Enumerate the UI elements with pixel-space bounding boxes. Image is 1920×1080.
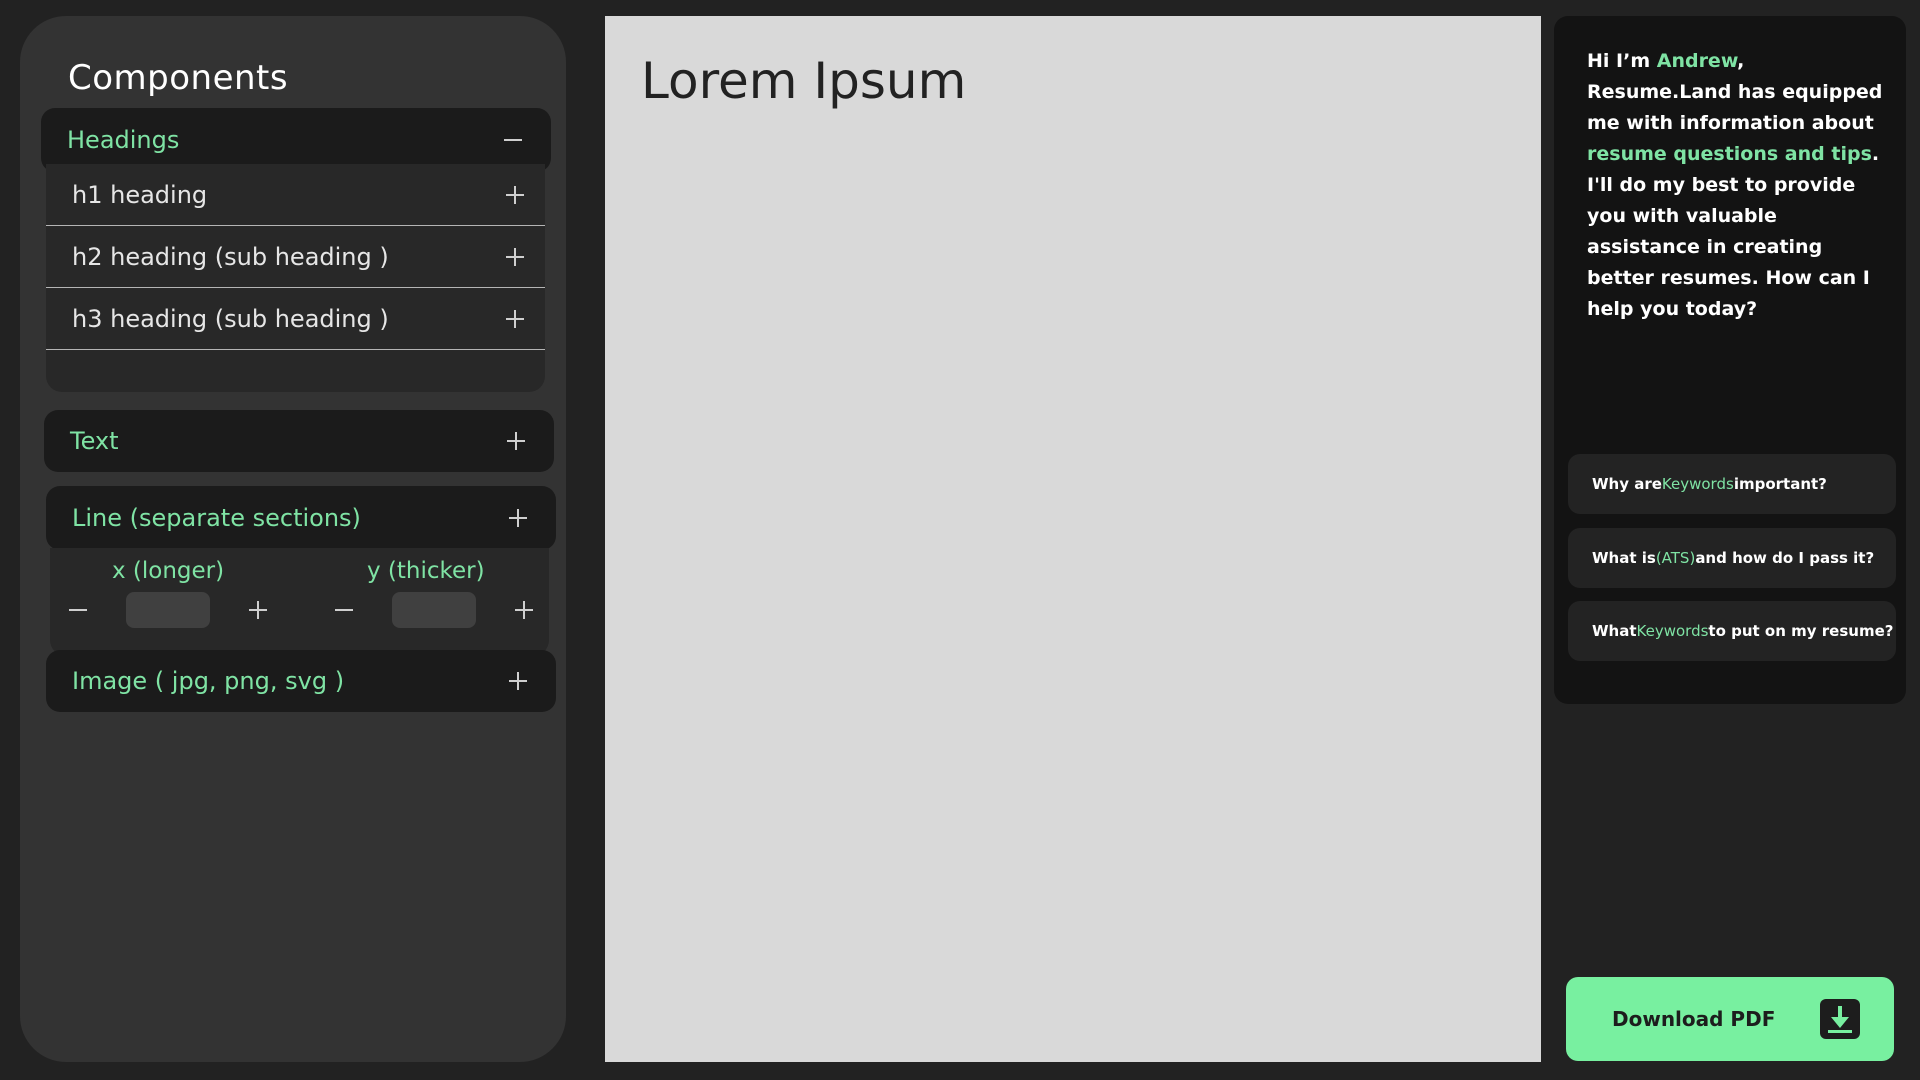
image-label: Image ( jpg, png, svg ) — [72, 667, 345, 695]
suggestion-keywords-importance[interactable]: Why are Keywords important? — [1568, 454, 1896, 514]
assistant-panel: Hi I’m Andrew, Resume.Land has equipped … — [1554, 16, 1906, 704]
decrease-y-minus-icon[interactable] — [328, 594, 360, 626]
greeting-text: Hi I’m — [1587, 50, 1657, 72]
decrease-x-minus-icon[interactable] — [62, 594, 94, 626]
line-section-header[interactable]: Line (separate sections) — [46, 486, 556, 550]
suggestion-keywords-resume[interactable]: What Keywords to put on my resume? — [1568, 601, 1896, 661]
panel-title: Components — [68, 58, 289, 98]
add-plus-icon[interactable] — [500, 425, 532, 457]
heading-item-label: h3 heading (sub heading ) — [72, 304, 389, 333]
suggestion-text: What — [1592, 622, 1637, 640]
headings-label: Headings — [67, 126, 180, 154]
line-settings: x (longer) y (thicker) — [50, 548, 549, 656]
collapse-minus-icon[interactable] — [497, 124, 529, 156]
y-thickness-input[interactable] — [392, 592, 476, 628]
text-section-header[interactable]: Text — [44, 410, 554, 472]
greeting-text: . I'll do my best to provide you with va… — [1587, 143, 1880, 320]
resume-title[interactable]: Lorem Ipsum — [641, 52, 966, 110]
y-dimension-label: y (thicker) — [367, 558, 485, 584]
suggestion-text: What is — [1592, 549, 1656, 567]
y-stepper — [328, 592, 540, 628]
components-panel: Components Headings h1 heading h2 headin… — [20, 16, 566, 1062]
text-label: Text — [70, 427, 119, 455]
resume-builder-app: Components Headings h1 heading h2 headin… — [0, 0, 1920, 1080]
greeting-topic: resume questions and tips — [1587, 143, 1872, 165]
headings-section-header[interactable]: Headings — [41, 108, 551, 172]
heading-item-label: h2 heading (sub heading ) — [72, 242, 389, 271]
suggestion-ats[interactable]: What is (ATS) and how do I pass it? — [1568, 528, 1896, 588]
add-plus-icon[interactable] — [502, 502, 534, 534]
suggestion-text: and how do I pass it? — [1695, 549, 1875, 567]
suggestion-keyword: (ATS) — [1655, 549, 1696, 567]
resume-canvas[interactable]: Lorem Ipsum — [605, 16, 1541, 1062]
heading-item-label: h1 heading — [72, 180, 208, 209]
suggestion-text: Why are — [1592, 475, 1662, 493]
download-icon — [1820, 999, 1860, 1039]
increase-y-plus-icon[interactable] — [508, 594, 540, 626]
suggestion-keyword: Keywords — [1661, 475, 1734, 493]
headings-list: h1 heading h2 heading (sub heading ) h3 … — [46, 164, 545, 392]
image-section-header[interactable]: Image ( jpg, png, svg ) — [46, 650, 556, 712]
line-label: Line (separate sections) — [72, 504, 361, 532]
download-label: Download PDF — [1612, 1007, 1776, 1031]
assistant-greeting: Hi I’m Andrew, Resume.Land has equipped … — [1587, 46, 1887, 325]
suggestion-text: to put on my resume? — [1708, 622, 1894, 640]
x-dimension-label: x (longer) — [112, 558, 225, 584]
x-stepper — [62, 592, 274, 628]
suggestion-text: important? — [1733, 475, 1827, 493]
add-plus-icon[interactable] — [499, 179, 531, 211]
download-pdf-button[interactable]: Download PDF — [1566, 977, 1894, 1061]
heading-item-h2[interactable]: h2 heading (sub heading ) — [46, 226, 545, 288]
assistant-name: Andrew — [1656, 50, 1738, 72]
add-plus-icon[interactable] — [502, 665, 534, 697]
heading-item-h3[interactable]: h3 heading (sub heading ) — [46, 288, 545, 350]
heading-item-h1[interactable]: h1 heading — [46, 164, 545, 226]
x-length-input[interactable] — [126, 592, 210, 628]
increase-x-plus-icon[interactable] — [242, 594, 274, 626]
add-plus-icon[interactable] — [499, 303, 531, 335]
suggestion-keyword: Keywords — [1636, 622, 1709, 640]
add-plus-icon[interactable] — [499, 241, 531, 273]
